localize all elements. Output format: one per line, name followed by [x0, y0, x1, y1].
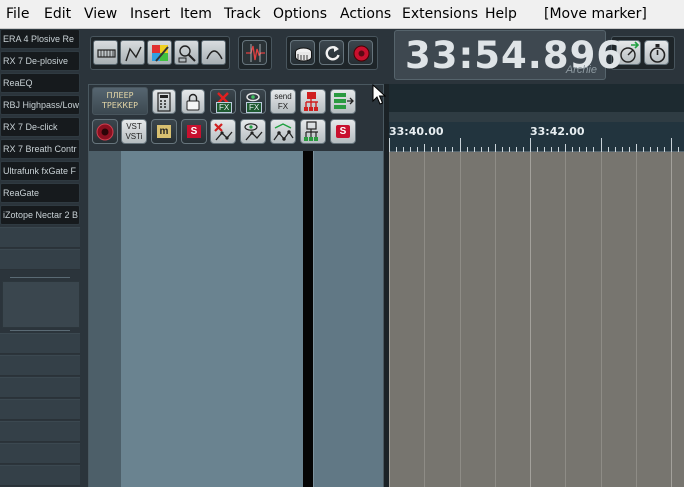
transport-time-display[interactable]: 33:54.896 Archie	[394, 30, 622, 80]
fx-slot[interactable]: ReaGate	[0, 183, 80, 203]
track-list-icon[interactable]	[330, 89, 356, 114]
send-fx-button[interactable]: send FX	[270, 89, 296, 114]
routing-green-icon[interactable]	[300, 119, 326, 144]
repeat-loop-icon[interactable]	[319, 40, 344, 65]
menu-file[interactable]: File	[6, 6, 29, 22]
fx-slot[interactable]: Ultrafunk fxGate F	[0, 161, 80, 181]
hide-envelope-icon[interactable]	[210, 119, 236, 144]
track-meter-area	[313, 151, 383, 487]
menu-options[interactable]: Options	[273, 6, 327, 22]
arrange-view[interactable]	[389, 152, 684, 487]
show-envelope-icon[interactable]	[240, 119, 266, 144]
menu-bar: File Edit View Insert Item Track Options…	[0, 0, 684, 29]
fx-empty-slot[interactable]	[0, 333, 80, 354]
fx-label: FX	[216, 102, 233, 113]
player-tracker-line2: ТРЕККЕР	[101, 101, 138, 110]
action-status: [Move marker]	[544, 6, 647, 22]
color-picker-icon[interactable]	[147, 40, 172, 65]
track-folder-column	[89, 151, 121, 487]
vst-line2: VSTi	[125, 132, 143, 141]
marker-lane[interactable]	[389, 112, 684, 122]
mouse-cursor-icon	[372, 84, 386, 105]
menu-view[interactable]: View	[84, 6, 117, 22]
menu-edit[interactable]: Edit	[44, 6, 71, 22]
record-arm-icon[interactable]	[92, 119, 118, 144]
fx-empty-slot[interactable]	[0, 399, 80, 420]
grid-line	[636, 152, 637, 487]
stopwatch-icon[interactable]	[644, 40, 669, 65]
fx-bypass-button[interactable]: FX	[210, 89, 236, 114]
routing-red-icon[interactable]	[300, 89, 326, 114]
track-header-area[interactable]	[121, 151, 303, 487]
grid-line	[424, 152, 425, 487]
vst-line1: VST	[126, 122, 142, 131]
menu-extensions[interactable]: Extensions	[402, 6, 478, 22]
grid-line	[530, 152, 531, 487]
send-fx-line1: send	[274, 92, 292, 101]
fx-show-button[interactable]: FX	[240, 89, 266, 114]
grid-line	[565, 152, 566, 487]
solo-button[interactable]: S	[181, 119, 207, 144]
menu-item[interactable]: Item	[180, 6, 212, 22]
region-lane[interactable]	[389, 84, 684, 112]
metronome-drum-icon[interactable]	[290, 40, 315, 65]
waveform-meter-icon[interactable]	[242, 40, 267, 65]
mute-button[interactable]: m	[151, 119, 177, 144]
fx-slot[interactable]: RBJ Highpass/Low	[0, 95, 80, 115]
lock-icon[interactable]	[181, 89, 205, 114]
calculator-icon[interactable]	[152, 89, 176, 114]
solo-label: S	[187, 125, 201, 138]
ruler-ticks	[389, 138, 679, 152]
grid-line	[460, 152, 461, 487]
track-control-panel: ПЛЕЕР ТРЕККЕР FX FX send FX VST VSTi m S…	[88, 84, 384, 487]
fx-label: FX	[246, 102, 263, 113]
grid-line	[671, 152, 672, 487]
fx-slot[interactable]: RX 7 De-click	[0, 117, 80, 137]
fx-panel-block	[2, 281, 80, 328]
player-tracker-button[interactable]: ПЛЕЕР ТРЕККЕР	[92, 87, 148, 115]
fx-empty-slot[interactable]	[0, 249, 80, 270]
fx-empty-slot[interactable]	[0, 421, 80, 442]
grid-line	[495, 152, 496, 487]
fx-divider	[10, 277, 70, 278]
fx-chain-list: ERA 4 Plosive Re RX 7 De-plosive ReaEQ R…	[0, 29, 81, 487]
timeline-ruler[interactable]: 33:40.00 33:42.00	[389, 122, 684, 152]
send-fx-line2: FX	[277, 102, 289, 111]
zoom-search-icon[interactable]	[174, 40, 199, 65]
grid-line	[601, 152, 602, 487]
solo-red-button[interactable]: S	[330, 119, 356, 144]
grid-line	[389, 152, 390, 487]
player-tracker-line1: ПЛЕЕР	[106, 91, 134, 100]
fx-slot[interactable]: RX 7 De-plosive	[0, 51, 80, 71]
envelope-nodes-icon[interactable]	[270, 119, 296, 144]
ripple-edit-icon[interactable]	[93, 40, 118, 65]
fx-slot[interactable]: ReaEQ	[0, 73, 80, 93]
mute-label: m	[157, 125, 171, 138]
envelope-curve-icon[interactable]	[120, 40, 145, 65]
fx-slot[interactable]: iZotope Nectar 2 B	[0, 205, 80, 225]
menu-insert[interactable]: Insert	[130, 6, 170, 22]
track-divider-bar[interactable]	[303, 151, 313, 487]
fx-empty-slot[interactable]	[0, 443, 80, 464]
solo-label: S	[336, 125, 350, 138]
record-icon[interactable]	[348, 40, 373, 65]
fx-empty-slot[interactable]	[0, 355, 80, 376]
menu-track[interactable]: Track	[224, 6, 261, 22]
fx-empty-slot[interactable]	[0, 465, 80, 486]
fx-empty-slot[interactable]	[0, 227, 80, 248]
fx-empty-slot[interactable]	[0, 377, 80, 398]
transport-state-label: Archie	[565, 64, 597, 76]
fx-slot[interactable]: ERA 4 Plosive Re	[0, 29, 80, 49]
fx-slot[interactable]: RX 7 Breath Contr	[0, 139, 80, 159]
menu-actions[interactable]: Actions	[340, 6, 391, 22]
menu-help[interactable]: Help	[485, 6, 517, 22]
vst-instrument-button[interactable]: VST VSTi	[121, 119, 147, 144]
curve-tool-icon[interactable]	[201, 40, 226, 65]
fx-divider	[10, 330, 70, 331]
